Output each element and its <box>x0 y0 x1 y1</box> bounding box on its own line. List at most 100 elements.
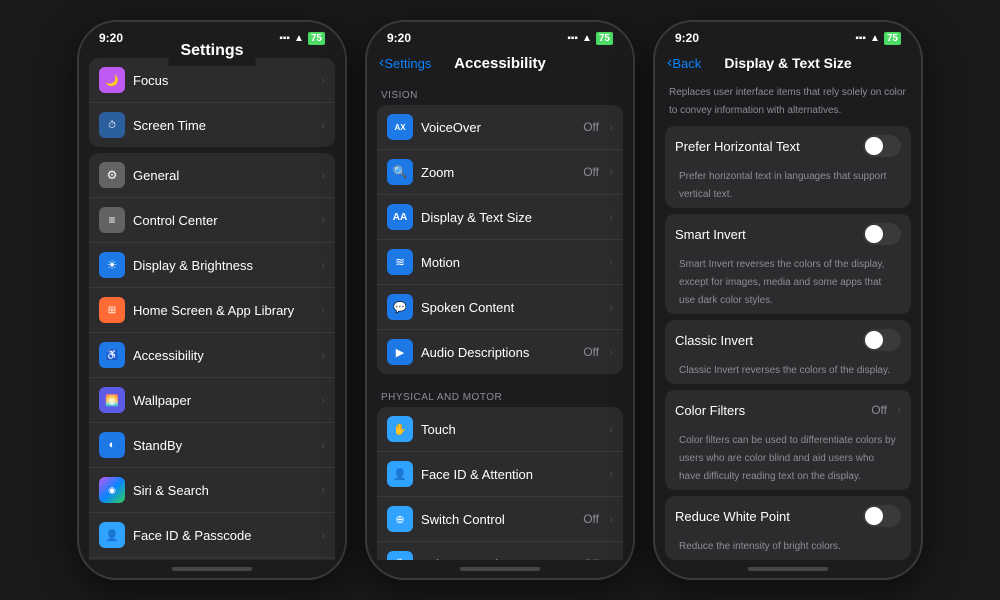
list-item[interactable]: ✋ Touch › <box>377 407 623 452</box>
audio-icon: ▶ <box>387 339 413 365</box>
nav-title-1: Settings <box>168 38 255 66</box>
list-item[interactable]: AX VoiceOver Off › <box>377 105 623 150</box>
settings-list-1[interactable]: 🌙 Focus › ⏱ Screen Time › ⚙ General › <box>79 58 345 560</box>
motion-icon: ≋ <box>387 249 413 275</box>
color-filters-desc: Color filters can be used to differentia… <box>665 430 911 490</box>
reduce-white-desc-text: Reduce the intensity of bright colors. <box>679 541 841 552</box>
list-item[interactable]: 👤 Face ID & Attention › <box>377 452 623 497</box>
display-text-list[interactable]: Replaces user interface items that rely … <box>655 78 921 560</box>
color-filters-label: Color Filters <box>675 403 863 418</box>
list-item[interactable]: AA Display & Text Size › <box>377 195 623 240</box>
general-label: General <box>133 168 311 183</box>
voiceover-label: VoiceOver <box>421 120 575 135</box>
list-item[interactable]: Smart Invert <box>665 214 911 254</box>
home-bar-3 <box>748 567 828 571</box>
prefer-horizontal-desc-text: Prefer horizontal text in languages that… <box>679 171 886 200</box>
home-indicator-3 <box>655 560 921 578</box>
list-item[interactable]: Classic Invert <box>665 320 911 360</box>
list-item[interactable]: 💬 Spoken Content › <box>377 285 623 330</box>
time-2: 9:20 <box>387 31 411 45</box>
smart-invert-toggle[interactable] <box>863 223 901 245</box>
list-item[interactable]: ≋ Motion › <box>377 240 623 285</box>
list-item[interactable]: 🌅 Wallpaper › <box>89 378 335 423</box>
physical-group: ✋ Touch › 👤 Face ID & Attention › ⊕ Swit… <box>377 407 623 560</box>
list-item[interactable]: 👤 Face ID & Passcode › <box>89 513 335 558</box>
prefer-horizontal-desc: Prefer horizontal text in languages that… <box>665 166 911 208</box>
general-icon: ⚙ <box>99 162 125 188</box>
list-item[interactable]: ♿ Accessibility › <box>89 333 335 378</box>
reduce-white-label: Reduce White Point <box>675 509 855 524</box>
smart-invert-desc-text: Smart Invert reverses the colors of the … <box>679 259 884 306</box>
list-item[interactable]: Reduce White Point <box>665 496 911 536</box>
chevron-icon: › <box>609 300 613 314</box>
list-item[interactable]: ◉ Siri & Search › <box>89 468 335 513</box>
display-label: Display & Brightness <box>133 258 311 273</box>
home-bar-2 <box>460 567 540 571</box>
zoom-icon: 🔍 <box>387 159 413 185</box>
smart-invert-desc: Smart Invert reverses the colors of the … <box>665 254 911 314</box>
classic-invert-desc: Classic Invert reverses the colors of th… <box>665 360 911 384</box>
wallpaper-icon: 🌅 <box>99 387 125 413</box>
home-indicator-1 <box>79 560 345 578</box>
classic-invert-group: Classic Invert <box>665 320 911 360</box>
signal-icon: ▪▪▪ <box>855 33 866 44</box>
list-item[interactable]: ⏱ Screen Time › <box>89 103 335 147</box>
settings-group-1: 🌙 Focus › ⏱ Screen Time › <box>89 58 335 147</box>
list-item[interactable]: ☀ Display & Brightness › <box>89 243 335 288</box>
list-item[interactable]: ▶ Audio Descriptions Off › <box>377 330 623 374</box>
zoom-value: Off <box>583 165 599 179</box>
chevron-icon: › <box>321 483 325 497</box>
home-indicator-2 <box>367 560 633 578</box>
phone-1: 9:20 ▪▪▪ ▲ 75 Settings 🌙 Focus › ⏱ <box>77 20 347 580</box>
chevron-icon: › <box>609 210 613 224</box>
signal-icon: ▪▪▪ <box>567 33 578 44</box>
audio-label: Audio Descriptions <box>421 345 575 360</box>
chevron-icon: › <box>321 118 325 132</box>
touch-label: Touch <box>421 422 599 437</box>
chevron-icon: › <box>609 255 613 269</box>
standby-label: StandBy <box>133 438 311 453</box>
top-desc-text: Replaces user interface items that rely … <box>669 87 906 116</box>
list-item[interactable]: ≡ Control Center › <box>89 198 335 243</box>
chevron-icon: › <box>609 422 613 436</box>
back-button-3[interactable]: ‹ Back <box>667 54 701 72</box>
list-item[interactable]: ⊕ Switch Control Off › <box>377 497 623 542</box>
list-item[interactable]: ⚙ General › <box>89 153 335 198</box>
accessibility-list[interactable]: VISION AX VoiceOver Off › 🔍 Zoom Off › <box>367 78 633 560</box>
focus-icon: 🌙 <box>99 67 125 93</box>
list-item[interactable]: 🎙 Voice Control Off › <box>377 542 623 560</box>
status-bar-3: 9:20 ▪▪▪ ▲ 75 <box>655 22 921 50</box>
reduce-white-toggle[interactable] <box>863 505 901 527</box>
prefer-horizontal-toggle[interactable] <box>863 135 901 157</box>
chevron-icon: › <box>609 467 613 481</box>
display-icon: ☀ <box>99 252 125 278</box>
list-item[interactable]: Color Filters Off › <box>665 390 911 430</box>
back-label-2: Settings <box>384 56 431 71</box>
chevron-icon: › <box>897 403 901 417</box>
standby-icon: ◐ <box>99 432 125 458</box>
classic-invert-toggle[interactable] <box>863 329 901 351</box>
back-button-2[interactable]: ‹ Settings <box>379 54 431 72</box>
voiceover-icon: AX <box>387 114 413 140</box>
switch-label: Switch Control <box>421 512 575 527</box>
color-filters-value: Off <box>871 403 887 417</box>
spoken-icon: 💬 <box>387 294 413 320</box>
controlcenter-icon: ≡ <box>99 207 125 233</box>
list-item[interactable]: Prefer Horizontal Text <box>665 126 911 166</box>
wifi-icon: ▲ <box>582 33 592 44</box>
list-item[interactable]: ⊞ Home Screen & App Library › <box>89 288 335 333</box>
nav-title-3: Display & Text Size <box>724 55 851 71</box>
status-bar-2: 9:20 ▪▪▪ ▲ 75 <box>367 22 633 50</box>
vision-header: VISION <box>367 78 633 105</box>
nav-title-2: Accessibility <box>454 55 546 72</box>
nav-bar-3: ‹ Back Display & Text Size <box>655 50 921 78</box>
list-item[interactable]: 🔍 Zoom Off › <box>377 150 623 195</box>
nav-bar-1: Settings <box>79 50 345 58</box>
touch-icon: ✋ <box>387 416 413 442</box>
smart-invert-group: Smart Invert <box>665 214 911 254</box>
reduce-white-group: Reduce White Point <box>665 496 911 536</box>
battery-3: 75 <box>884 32 901 45</box>
wallpaper-label: Wallpaper <box>133 393 311 408</box>
chevron-icon: › <box>321 528 325 542</box>
list-item[interactable]: ◐ StandBy › <box>89 423 335 468</box>
